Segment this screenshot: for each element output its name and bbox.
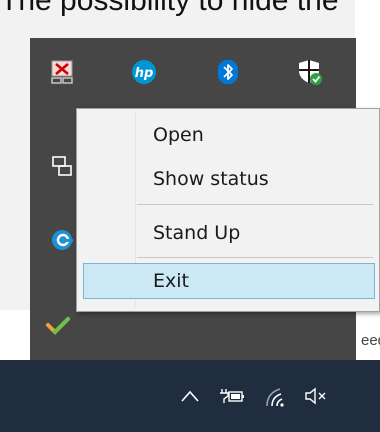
menu-item-open[interactable]: Open <box>77 117 379 153</box>
hp-icon[interactable]: hp <box>130 58 158 86</box>
bluetooth-icon[interactable] <box>214 58 242 86</box>
page-caption: The possibility to hide the "Exit <box>0 0 380 17</box>
page-text-fragment: eed <box>361 332 380 349</box>
context-menu: Open Show status Stand Up Exit <box>76 108 380 312</box>
windows-security-icon[interactable] <box>296 58 324 86</box>
wifi-icon[interactable] <box>262 382 290 410</box>
remote-desktop-icon[interactable] <box>48 152 76 180</box>
battery-plug-icon[interactable] <box>218 382 246 410</box>
menu-item-stand-up[interactable]: Stand Up <box>77 215 379 251</box>
menu-separator <box>137 204 373 205</box>
menu-item-show-status[interactable]: Show status <box>77 161 379 197</box>
volume-muted-icon[interactable] <box>302 382 330 410</box>
svg-text:hp: hp <box>135 66 154 81</box>
chevron-up-icon[interactable] <box>178 382 202 410</box>
network-disconnected-icon[interactable] <box>48 58 76 86</box>
menu-separator <box>137 257 373 258</box>
edge-icon[interactable] <box>48 226 76 254</box>
checkmark-app-icon[interactable] <box>44 312 72 340</box>
taskbar <box>0 360 380 432</box>
menu-item-exit[interactable]: Exit <box>83 263 375 299</box>
